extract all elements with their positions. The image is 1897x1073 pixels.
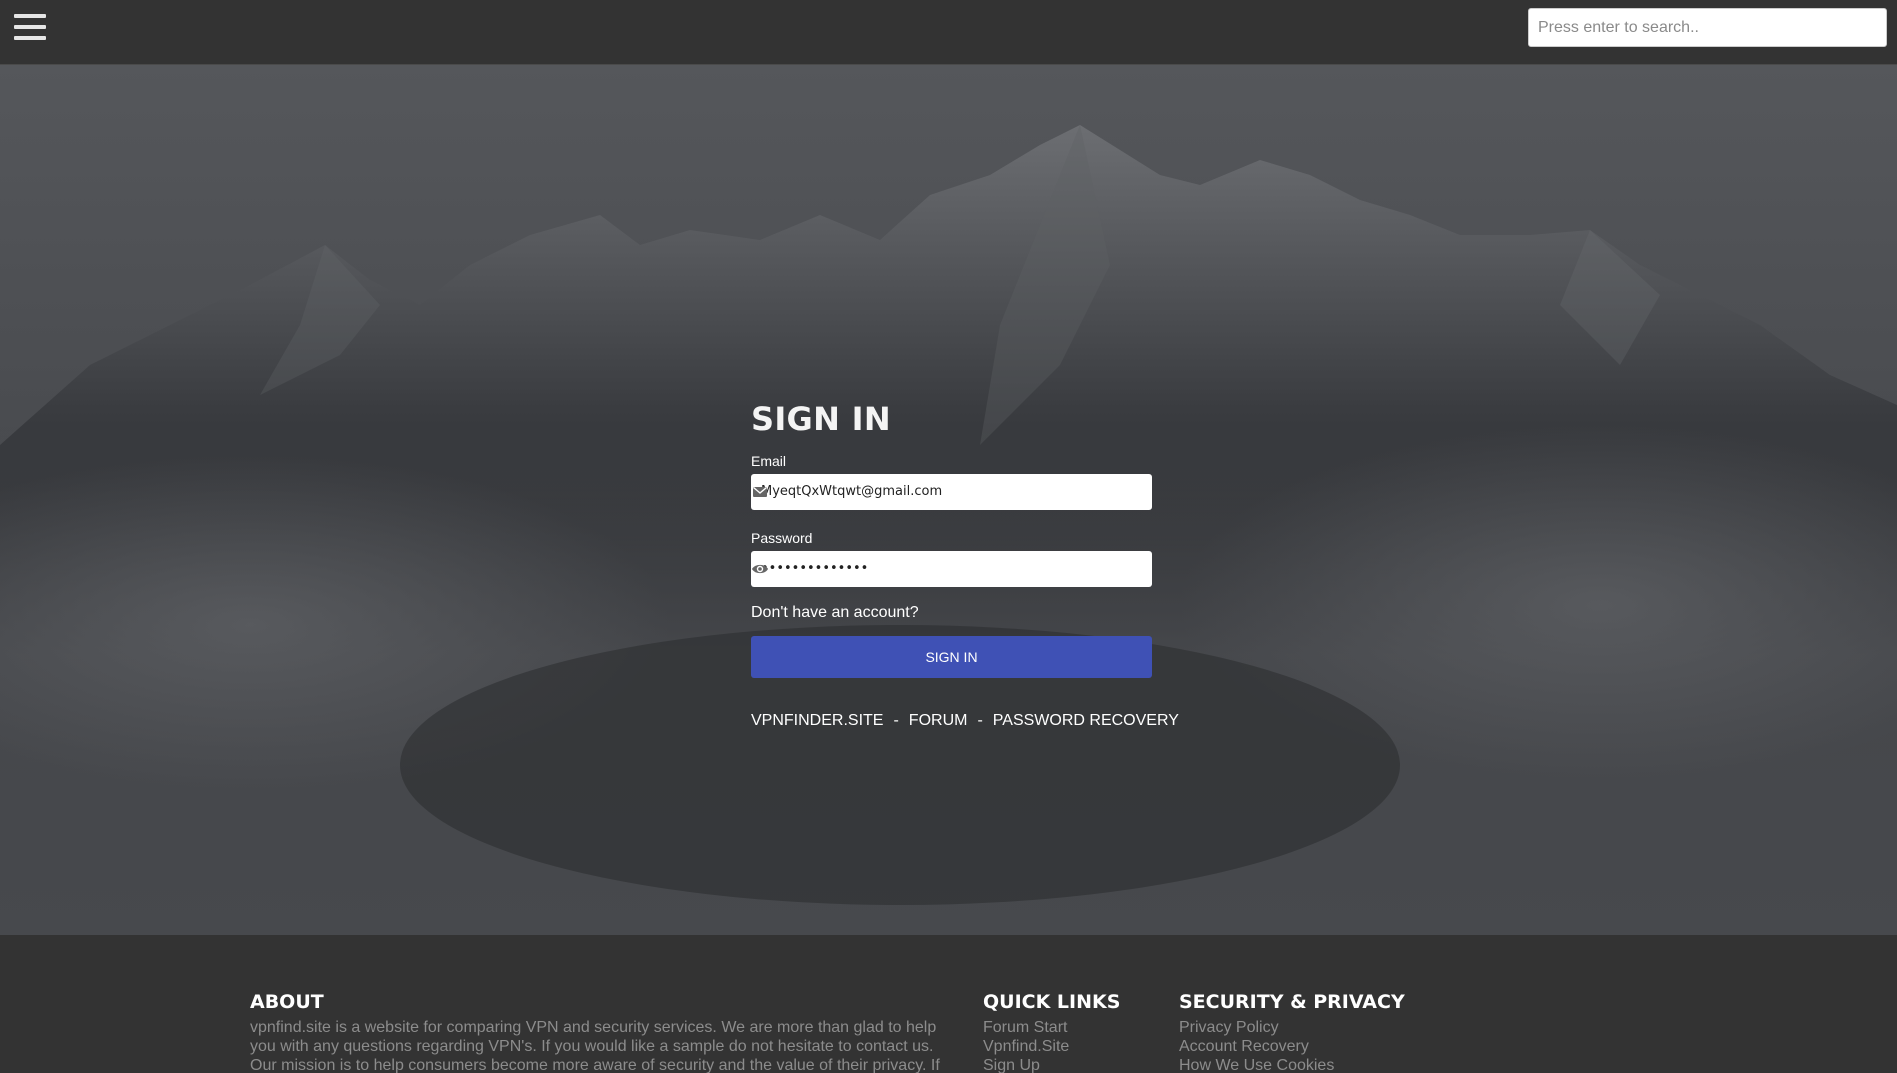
footer: ABOUT vpnfind.site is a website for comp… [0, 935, 1897, 1073]
signup-link[interactable]: Don't have an account? [751, 602, 1152, 624]
vpnfinder-site-link[interactable]: VPNFINDER.SITE [751, 712, 883, 729]
footer-link-vpnfind-site[interactable]: Vpnfind.Site [983, 1037, 1163, 1056]
footer-link-cookies[interactable]: How We Use Cookies [1179, 1056, 1479, 1073]
email-value: MyeqtQxWtqwt@gmail.com [761, 484, 943, 499]
footer-security: SECURITY & PRIVACY Privacy Policy Accoun… [1179, 990, 1479, 1073]
signin-form: SIGN IN Email MyeqtQxWtqwt@gmail.com Pas… [751, 400, 1179, 732]
hamburger-menu-icon[interactable] [14, 14, 46, 44]
footer-about-title: ABOUT [250, 991, 324, 1013]
link-separator: - [893, 712, 899, 729]
footer-link-forum-start[interactable]: Forum Start [983, 1018, 1163, 1037]
footer-link-account-recovery[interactable]: Account Recovery [1179, 1037, 1479, 1056]
footer-link-privacy-policy[interactable]: Privacy Policy [1179, 1018, 1479, 1037]
hero-background: SIGN IN Email MyeqtQxWtqwt@gmail.com Pas… [0, 65, 1897, 935]
search-input[interactable] [1528, 8, 1887, 47]
footer-about: ABOUT vpnfind.site is a website for comp… [250, 990, 950, 1073]
email-label: Email [751, 453, 787, 469]
footer-quick-links-title: QUICK LINKS [983, 991, 1121, 1013]
envelope-icon [753, 486, 767, 497]
link-separator: - [977, 712, 983, 729]
password-recovery-link[interactable]: PASSWORD RECOVERY [993, 712, 1179, 729]
footer-about-text: vpnfind.site is a website for comparing … [250, 1019, 940, 1073]
footer-security-title: SECURITY & PRIVACY [1179, 991, 1405, 1013]
footer-link-sign-up[interactable]: Sign Up [983, 1056, 1163, 1073]
page-title: SIGN IN [751, 400, 891, 438]
password-label: Password [751, 530, 813, 546]
footer-quick-links: QUICK LINKS Forum Start Vpnfind.Site Sig… [983, 990, 1163, 1073]
eye-icon[interactable] [751, 560, 769, 578]
top-navbar [0, 0, 1897, 65]
signin-button[interactable]: SIGN IN [751, 636, 1152, 678]
password-field[interactable]: •••••••••••••• [751, 551, 1152, 587]
email-field[interactable]: MyeqtQxWtqwt@gmail.com [751, 474, 1152, 510]
bottom-links: VPNFINDER.SITE - FORUM - PASSWORD RECOVERY [751, 710, 1179, 732]
password-value: •••••••••••••• [761, 561, 869, 576]
forum-link[interactable]: FORUM [909, 712, 968, 729]
